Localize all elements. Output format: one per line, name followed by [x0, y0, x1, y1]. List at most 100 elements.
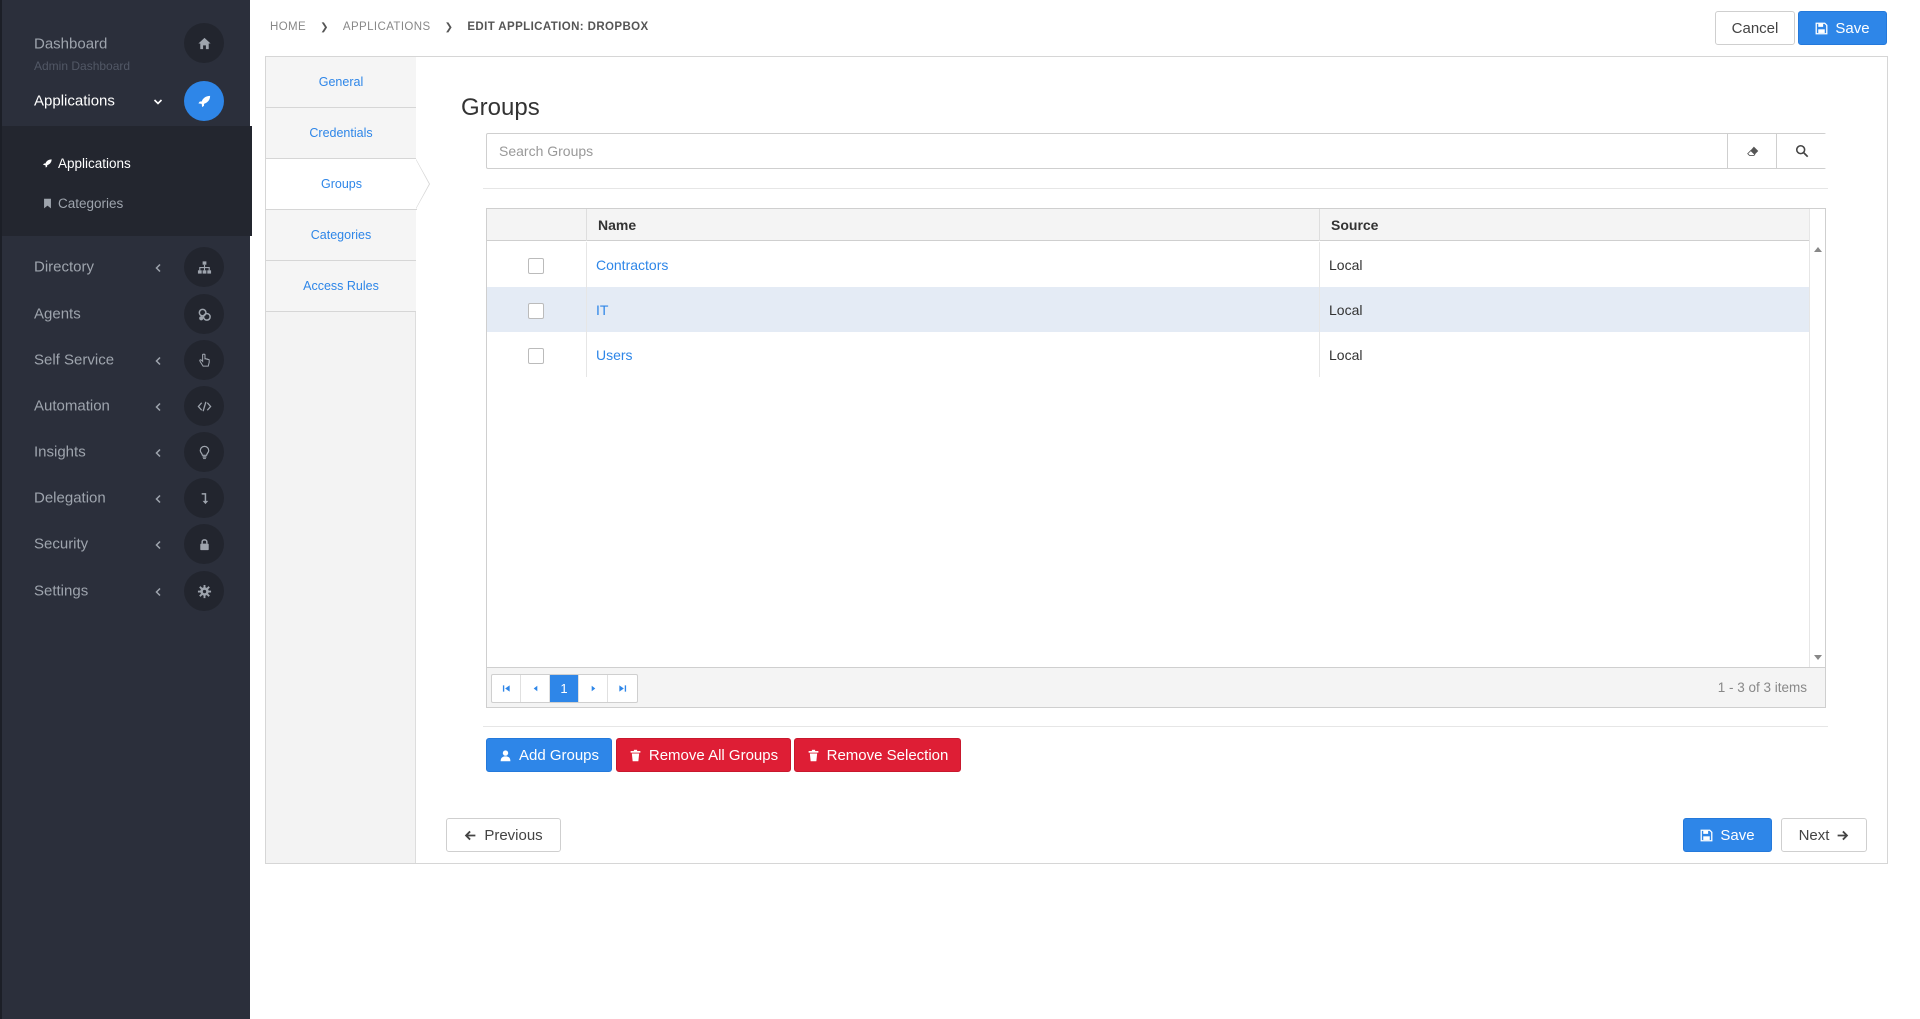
group-name-link[interactable]: IT — [586, 287, 1319, 332]
search-input[interactable] — [487, 134, 1727, 168]
sidebar-item-insights[interactable]: Insights — [2, 429, 252, 475]
trash-icon — [808, 749, 818, 761]
table-row[interactable]: Contractors Local — [487, 242, 1809, 287]
clear-search-button[interactable] — [1727, 134, 1777, 168]
rocket-icon — [43, 159, 52, 168]
chevron-left-icon — [153, 492, 163, 504]
pager-info: 1 - 3 of 3 items — [1717, 680, 1807, 695]
level-down-icon — [184, 478, 224, 518]
divider — [483, 188, 1828, 189]
sidebar-item-label: Applications — [34, 92, 115, 110]
sidebar: Dashboard Admin Dashboard Applications A… — [0, 0, 252, 1019]
tab-groups[interactable]: Groups — [266, 159, 430, 210]
sidebar-item-label: Dashboard — [34, 35, 108, 53]
add-groups-button[interactable]: Add Groups — [486, 738, 612, 772]
scroll-down-icon[interactable] — [1814, 655, 1822, 660]
sidebar-item-label: Automation — [34, 397, 110, 415]
sidebar-item-agents[interactable]: Agents — [2, 291, 252, 337]
sidebar-item-label: Directory — [34, 258, 95, 276]
remove-selection-label: Remove Selection — [826, 746, 949, 764]
search-bar — [486, 133, 1826, 169]
subnav-item-categories[interactable]: Categories — [42, 196, 123, 211]
remove-selection-button[interactable]: Remove Selection — [794, 738, 961, 772]
groups-table: Name Source Contractors Local IT Local U… — [486, 208, 1826, 708]
first-page-button[interactable] — [492, 675, 521, 702]
row-checkbox[interactable] — [528, 303, 544, 319]
group-name-link[interactable]: Users — [586, 332, 1319, 377]
floppy-disk-icon — [1700, 829, 1713, 841]
tab-categories[interactable]: Categories — [266, 210, 416, 261]
rocket-icon — [184, 81, 224, 121]
applications-subnav: Applications Categories — [2, 126, 252, 236]
lock-icon — [184, 524, 224, 564]
page-number-button[interactable]: 1 — [550, 675, 579, 702]
arrow-left-icon — [465, 830, 476, 840]
subnav-item-applications[interactable]: Applications — [42, 156, 131, 171]
chevron-left-icon — [153, 354, 163, 366]
breadcrumb-home[interactable]: HOME — [270, 21, 306, 33]
save-button-label: Save — [1835, 19, 1870, 37]
tab-credentials[interactable]: Credentials — [266, 108, 416, 159]
chevron-left-icon — [153, 400, 163, 412]
breadcrumb-applications[interactable]: APPLICATIONS — [343, 21, 431, 33]
previous-label: Previous — [484, 826, 543, 844]
prev-page-button[interactable] — [521, 675, 550, 702]
tab-label: Credentials — [309, 126, 373, 140]
save-button-bottom[interactable]: Save — [1683, 818, 1772, 852]
tab-label: Categories — [310, 228, 372, 242]
sidebar-item-directory[interactable]: Directory — [2, 244, 252, 290]
prev-page-icon — [533, 685, 537, 692]
group-name-link[interactable]: Contractors — [586, 242, 1319, 287]
last-page-button[interactable] — [608, 675, 637, 702]
sidebar-item-settings[interactable]: Settings — [2, 568, 252, 614]
cancel-button[interactable]: Cancel — [1715, 11, 1795, 45]
chevron-left-icon — [153, 446, 163, 458]
chevron-left-icon — [153, 585, 163, 597]
header-name[interactable]: Name — [586, 209, 1319, 241]
table-row[interactable]: Users Local — [487, 332, 1809, 377]
chevron-right-icon: ❯ — [444, 21, 454, 33]
sidebar-item-label: Insights — [34, 443, 86, 461]
tab-access-rules[interactable]: Access Rules — [266, 261, 416, 312]
pager: 1 — [491, 674, 638, 703]
home-icon — [184, 23, 224, 63]
header-source[interactable]: Source — [1319, 209, 1809, 241]
page-title: Groups — [461, 94, 540, 121]
next-page-button[interactable] — [579, 675, 608, 702]
agents-icon — [184, 294, 224, 334]
group-source: Local — [1319, 332, 1809, 377]
save-button-label: Save — [1720, 826, 1755, 844]
code-icon — [184, 386, 224, 426]
sidebar-item-automation[interactable]: Automation — [2, 383, 252, 429]
scroll-up-icon[interactable] — [1814, 247, 1822, 252]
divider — [483, 726, 1828, 727]
tab-general[interactable]: General — [266, 57, 416, 108]
last-page-icon — [619, 685, 627, 692]
tab-pointer-inner — [416, 160, 429, 208]
breadcrumb-current: EDIT APPLICATION: DROPBOX — [467, 21, 649, 33]
row-checkbox[interactable] — [528, 258, 544, 274]
vertical-tabs: General Credentials Groups Categories Ac… — [266, 57, 430, 863]
arrow-right-icon — [1838, 830, 1849, 840]
save-button-top[interactable]: Save — [1798, 11, 1887, 45]
sidebar-item-label: Delegation — [34, 489, 106, 507]
sidebar-item-label: Settings — [34, 582, 89, 600]
sidebar-item-delegation[interactable]: Delegation — [2, 475, 252, 521]
next-label: Next — [1798, 826, 1830, 844]
previous-button[interactable]: Previous — [446, 818, 561, 852]
vertical-scrollbar[interactable] — [1809, 209, 1825, 667]
trash-icon — [630, 749, 641, 761]
sidebar-item-applications[interactable]: Applications — [2, 78, 252, 124]
sidebar-item-self-service[interactable]: Self Service — [2, 337, 252, 383]
table-row[interactable]: IT Local — [487, 287, 1809, 332]
search-icon — [1795, 144, 1808, 158]
sidebar-item-security[interactable]: Security — [2, 521, 252, 567]
sidebar-item-label: Security — [34, 535, 89, 553]
next-button[interactable]: Next — [1781, 818, 1867, 852]
cancel-button-label: Cancel — [1731, 19, 1779, 37]
row-checkbox[interactable] — [528, 348, 544, 364]
remove-all-groups-label: Remove All Groups — [648, 746, 779, 764]
search-button[interactable] — [1776, 134, 1826, 168]
remove-all-groups-button[interactable]: Remove All Groups — [616, 738, 791, 772]
user-icon — [500, 749, 511, 761]
